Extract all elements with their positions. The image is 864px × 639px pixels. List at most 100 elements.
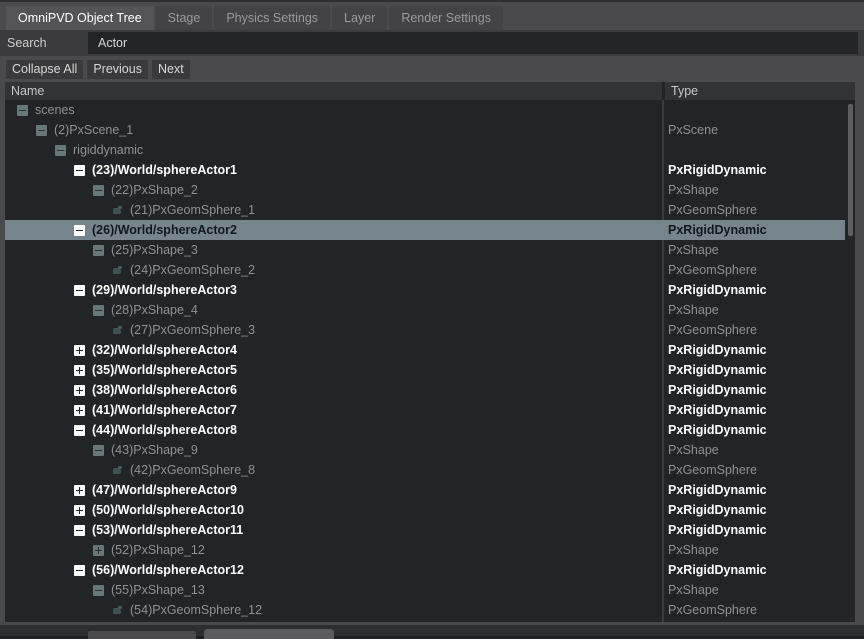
tree-row[interactable]: (21)PxGeomSphere_1PxGeomSphere — [5, 200, 855, 220]
expand-icon[interactable] — [93, 545, 104, 556]
tree-row[interactable]: (56)/World/sphereActor12PxRigidDynamic — [5, 560, 855, 580]
tree-row[interactable]: (50)/World/sphereActor10PxRigidDynamic — [5, 500, 855, 520]
tree-row-label: (26)/World/sphereActor2 — [92, 223, 237, 237]
tree-row-label: (44)/World/sphereActor8 — [92, 423, 237, 437]
tree-row-type-cell: PxGeomSphere — [662, 320, 852, 340]
collapse-icon[interactable] — [74, 165, 85, 176]
collapse-icon[interactable] — [93, 585, 104, 596]
tree-row-type-cell: PxScene — [662, 120, 852, 140]
tree-rows-container: scenes (2)PxScene_1PxScene rigiddynamic (23… — [5, 100, 855, 622]
tree-row-type-cell: PxRigidDynamic — [662, 380, 852, 400]
collapse-icon[interactable] — [74, 225, 85, 236]
search-bar: Search — [0, 30, 864, 56]
tree-row-label: (35)/World/sphereActor5 — [92, 363, 237, 377]
expand-icon[interactable] — [74, 345, 85, 356]
tree-row[interactable]: rigiddynamic — [5, 140, 855, 160]
tree-row-label: (25)PxShape_3 — [111, 243, 198, 257]
tree-row-label: scenes — [35, 103, 75, 117]
tree-row[interactable]: (29)/World/sphereActor3PxRigidDynamic — [5, 280, 855, 300]
tab-render-settings[interactable]: Render Settings — [389, 6, 503, 30]
collapse-icon[interactable] — [93, 305, 104, 316]
tree-row-label: rigiddynamic — [73, 143, 143, 157]
expand-icon[interactable] — [74, 505, 85, 516]
column-header-type[interactable]: Type — [662, 82, 846, 100]
tree-row-label: (41)/World/sphereActor7 — [92, 403, 237, 417]
tree-row[interactable]: (54)PxGeomSphere_12PxGeomSphere — [5, 600, 855, 620]
tree-row-name-cell: (29)/World/sphereActor3 — [5, 280, 662, 300]
tree-row[interactable]: (47)/World/sphereActor9PxRigidDynamic — [5, 480, 855, 500]
tree-row[interactable]: scenes — [5, 100, 855, 120]
tree-column-header: Name Type — [5, 82, 855, 100]
collapse-icon[interactable] — [93, 445, 104, 456]
collapse-icon[interactable] — [36, 125, 47, 136]
leaf-node-icon — [112, 205, 123, 216]
tab-stage[interactable]: Stage — [156, 6, 213, 30]
tree-row-name-cell: (22)PxShape_2 — [5, 180, 662, 200]
tree-row-type-cell: PxShape — [662, 540, 852, 560]
tree-row[interactable]: (52)PxShape_12PxShape — [5, 540, 855, 560]
tree-row[interactable]: (2)PxScene_1PxScene — [5, 120, 855, 140]
tree-row-name-cell: (52)PxShape_12 — [5, 540, 662, 560]
tree-row-label: (32)/World/sphereActor4 — [92, 343, 237, 357]
tree-row[interactable]: (27)PxGeomSphere_3PxGeomSphere — [5, 320, 855, 340]
tree-vertical-scrollbar[interactable] — [845, 100, 855, 622]
tree-row-name-cell: (24)PxGeomSphere_2 — [5, 260, 662, 280]
tree-row-type-cell — [662, 100, 852, 120]
collapse-icon[interactable] — [74, 565, 85, 576]
expand-icon[interactable] — [74, 365, 85, 376]
search-input[interactable] — [88, 32, 858, 54]
collapse-icon[interactable] — [93, 185, 104, 196]
tree-row-name-cell: rigiddynamic — [5, 140, 662, 160]
tree-row-label: (38)/World/sphereActor6 — [92, 383, 237, 397]
collapse-icon[interactable] — [74, 525, 85, 536]
tree-row-type-cell: PxRigidDynamic — [662, 400, 852, 420]
tree-row[interactable]: (35)/World/sphereActor5PxRigidDynamic — [5, 360, 855, 380]
scrollbar-thumb[interactable] — [848, 104, 853, 236]
tree-row[interactable]: (41)/World/sphereActor7 PxRigidDynamic — [5, 400, 855, 420]
tree-row-name-cell: (26)/World/sphereActor2 — [5, 220, 662, 240]
tree-row[interactable]: (38)/World/sphereActor6 PxRigidDynamic — [5, 380, 855, 400]
column-header-name[interactable]: Name — [5, 82, 662, 100]
tree-row-type-cell: PxGeomSphere — [662, 600, 852, 620]
leaf-node-icon — [112, 325, 123, 336]
collapse-icon[interactable] — [74, 425, 85, 436]
tree-row-name-cell: (42)PxGeomSphere_8 — [5, 460, 662, 480]
tree-row[interactable]: (44)/World/sphereActor8PxRigidDynamic — [5, 420, 855, 440]
tree-row-name-cell: (27)PxGeomSphere_3 — [5, 320, 662, 340]
tab-physics-settings[interactable]: Physics Settings — [214, 6, 330, 30]
tree-row[interactable]: (42)PxGeomSphere_8PxGeomSphere — [5, 460, 855, 480]
tree-row-label: (22)PxShape_2 — [111, 183, 198, 197]
tree-row[interactable]: (43)PxShape_9PxShape — [5, 440, 855, 460]
tree-row[interactable]: (55)PxShape_13PxShape — [5, 580, 855, 600]
tree-row-type-cell: PxShape — [662, 440, 852, 460]
tree-row[interactable]: (23)/World/sphereActor1PxRigidDynamic — [5, 160, 855, 180]
omnipvd-window: OmniPVD Object TreeStagePhysics Settings… — [0, 0, 864, 636]
collapse-icon[interactable] — [17, 105, 28, 116]
tree-row-name-cell: (55)PxShape_13 — [5, 580, 662, 600]
tree-row-name-cell: (23)/World/sphereActor1 — [5, 160, 662, 180]
tree-row-name-cell: (28)PxShape_4 — [5, 300, 662, 320]
tree-row[interactable]: (32)/World/sphereActor4PxRigidDynamic — [5, 340, 855, 360]
tree-row[interactable]: (25)PxShape_3PxShape — [5, 240, 855, 260]
tree-row-label: (47)/World/sphereActor9 — [92, 483, 237, 497]
collapse-all-button[interactable]: Collapse All — [6, 60, 83, 79]
tree-row-type-cell — [662, 140, 852, 160]
tree-row[interactable]: (24)PxGeomSphere_2PxGeomSphere — [5, 260, 855, 280]
tree-row[interactable]: (22)PxShape_2PxShape — [5, 180, 855, 200]
tree-row[interactable]: (26)/World/sphereActor2PxRigidDynamic — [5, 220, 855, 240]
collapse-icon[interactable] — [55, 145, 66, 156]
collapse-icon[interactable] — [93, 245, 104, 256]
expand-icon[interactable] — [74, 485, 85, 496]
leaf-node-icon — [112, 605, 123, 616]
tree-row[interactable]: (28)PxShape_4PxShape — [5, 300, 855, 320]
previous-button[interactable]: Previous — [87, 60, 148, 79]
tree-row-type-cell: PxRigidDynamic — [662, 160, 852, 180]
tab-omnipvd-object-tree[interactable]: OmniPVD Object Tree — [6, 6, 154, 30]
tab-layer[interactable]: Layer — [332, 6, 387, 30]
tree-row-type-cell: PxRigidDynamic — [662, 500, 852, 520]
next-button[interactable]: Next — [152, 60, 190, 79]
expand-icon[interactable] — [74, 385, 85, 396]
collapse-icon[interactable] — [74, 285, 85, 296]
expand-icon[interactable] — [74, 405, 85, 416]
tree-row[interactable]: (53)/World/sphereActor11PxRigidDynamic — [5, 520, 855, 540]
